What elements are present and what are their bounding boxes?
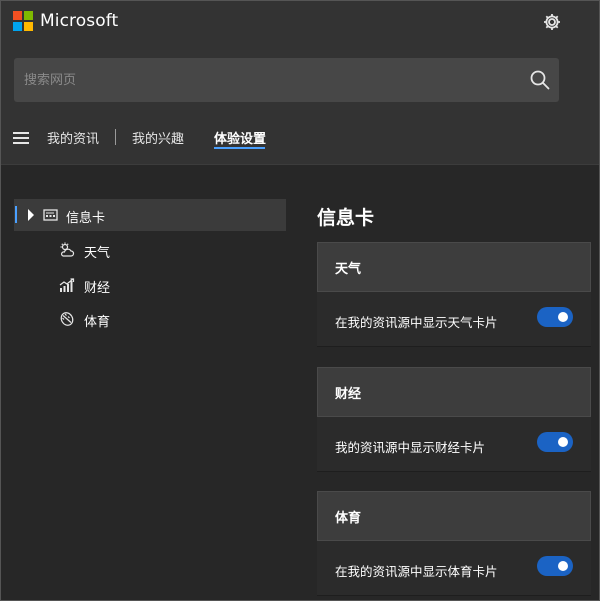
- caret-right-icon: [28, 209, 34, 221]
- search-input[interactable]: [14, 58, 504, 102]
- finance-toggle[interactable]: [537, 432, 573, 452]
- setting-label: 在我的资讯源中显示天气卡片: [335, 315, 498, 330]
- weather-toggle[interactable]: [537, 307, 573, 327]
- microsoft-logo[interactable]: Microsoft: [13, 11, 118, 31]
- sidebar-item-label: 天气: [84, 246, 111, 261]
- setting-label: 在我的资讯源中显示体育卡片: [335, 564, 498, 579]
- nav-separator: [115, 129, 116, 145]
- finance-card-setting: 财经 我的资讯源中显示财经卡片: [317, 367, 591, 472]
- nav-item-experience-settings[interactable]: 体验设置: [214, 128, 266, 147]
- card-setting-row: 我的资讯源中显示财经卡片: [317, 417, 591, 472]
- search-box: [14, 58, 559, 102]
- finance-icon: [58, 276, 76, 294]
- card-title: 体育: [317, 491, 591, 541]
- card-title: 天气: [317, 242, 591, 292]
- toggle-knob: [558, 437, 568, 447]
- sidebar-item-label: 财经: [84, 281, 111, 296]
- sidebar-item-sports[interactable]: 体育: [14, 303, 286, 335]
- top-header: Microsoft 我的资讯 我的兴趣 体验设置: [0, 0, 600, 165]
- sports-icon: [58, 310, 76, 328]
- search-icon[interactable]: [529, 69, 551, 91]
- nav-item-my-interests[interactable]: 我的兴趣: [132, 128, 184, 147]
- microsoft-logo-icon: [13, 11, 33, 31]
- toggle-knob: [558, 312, 568, 322]
- setting-label: 我的资讯源中显示财经卡片: [335, 440, 486, 455]
- brand-name: Microsoft: [40, 11, 119, 31]
- sports-card-setting: 体育 在我的资讯源中显示体育卡片: [317, 491, 591, 596]
- active-tab-indicator: [214, 147, 265, 149]
- sidebar-item-finance[interactable]: 财经: [14, 269, 286, 301]
- card-title: 财经: [317, 367, 591, 417]
- nav-item-my-news[interactable]: 我的资讯: [47, 128, 99, 147]
- sidebar-item-label: 信息卡: [66, 211, 106, 226]
- sidebar-item-label: 体育: [84, 315, 111, 330]
- toggle-knob: [558, 561, 568, 571]
- card-setting-row: 在我的资讯源中显示体育卡片: [317, 541, 591, 596]
- weather-icon: [58, 241, 76, 259]
- sports-toggle[interactable]: [537, 556, 573, 576]
- selection-indicator: [15, 206, 17, 223]
- section-title: 信息卡: [317, 207, 375, 229]
- top-nav: 我的资讯 我的兴趣 体验设置: [0, 120, 600, 156]
- weather-card-setting: 天气 在我的资讯源中显示天气卡片: [317, 242, 591, 347]
- card-icon: [42, 206, 60, 224]
- card-setting-row: 在我的资讯源中显示天气卡片: [317, 292, 591, 347]
- gear-icon[interactable]: [542, 12, 562, 32]
- sidebar-item-cards[interactable]: 信息卡: [14, 199, 286, 231]
- hamburger-icon[interactable]: [13, 132, 29, 145]
- sidebar-item-weather[interactable]: 天气: [14, 234, 286, 266]
